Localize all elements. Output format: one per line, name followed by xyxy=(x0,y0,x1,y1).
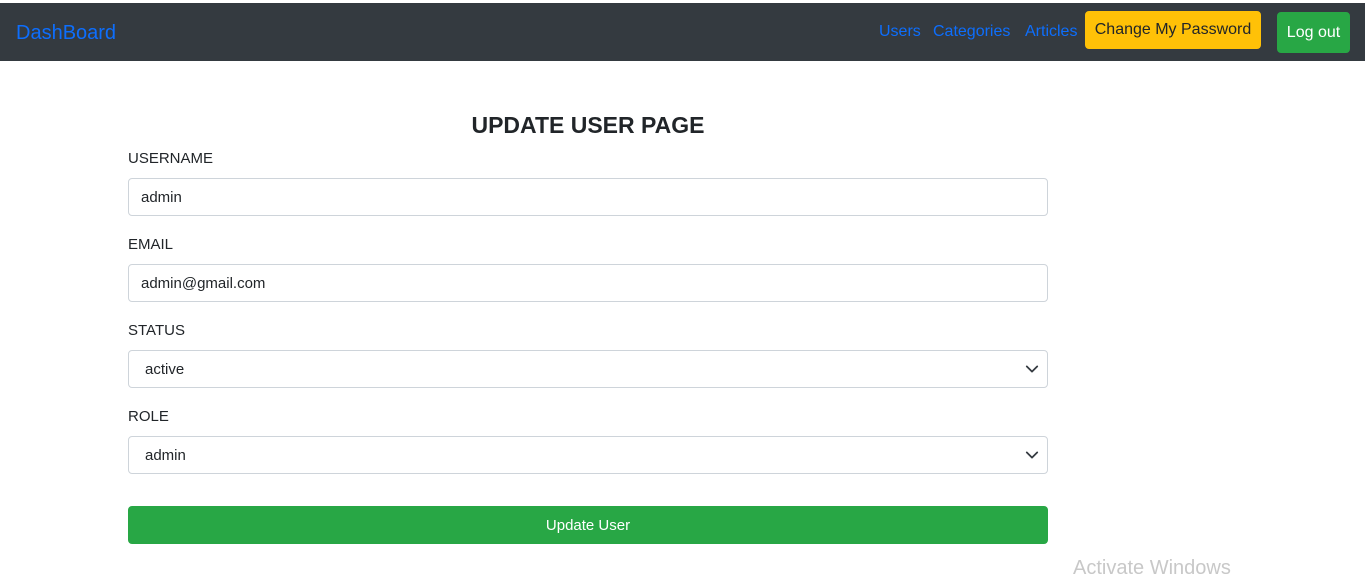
logout-button[interactable]: Log out xyxy=(1277,12,1350,53)
change-password-button[interactable]: Change My Password xyxy=(1085,11,1261,49)
nav-link-users[interactable]: Users xyxy=(879,22,921,42)
brand-link[interactable]: DashBoard xyxy=(16,21,116,45)
update-user-button[interactable]: Update User xyxy=(128,506,1048,544)
status-label: STATUS xyxy=(128,322,185,339)
role-selected-value: admin xyxy=(145,447,186,464)
username-input[interactable] xyxy=(128,178,1048,216)
chevron-down-icon xyxy=(1025,365,1039,373)
nav-link-categories[interactable]: Categories xyxy=(933,22,1010,42)
chevron-down-icon xyxy=(1025,451,1039,459)
page-title: UPDATE USER PAGE xyxy=(471,112,705,138)
navbar: DashBoard Users Categories Articles Chan… xyxy=(0,3,1365,61)
username-label: USERNAME xyxy=(128,150,214,167)
role-label: ROLE xyxy=(128,408,169,425)
status-select[interactable]: active xyxy=(128,350,1048,388)
status-selected-value: active xyxy=(145,361,185,378)
nav-link-articles[interactable]: Articles xyxy=(1025,22,1077,42)
email-label: EMAIL xyxy=(128,236,174,253)
role-select[interactable]: admin xyxy=(128,436,1048,474)
email-input[interactable] xyxy=(128,264,1048,302)
activate-windows-watermark: Activate Windows xyxy=(1073,557,1231,579)
